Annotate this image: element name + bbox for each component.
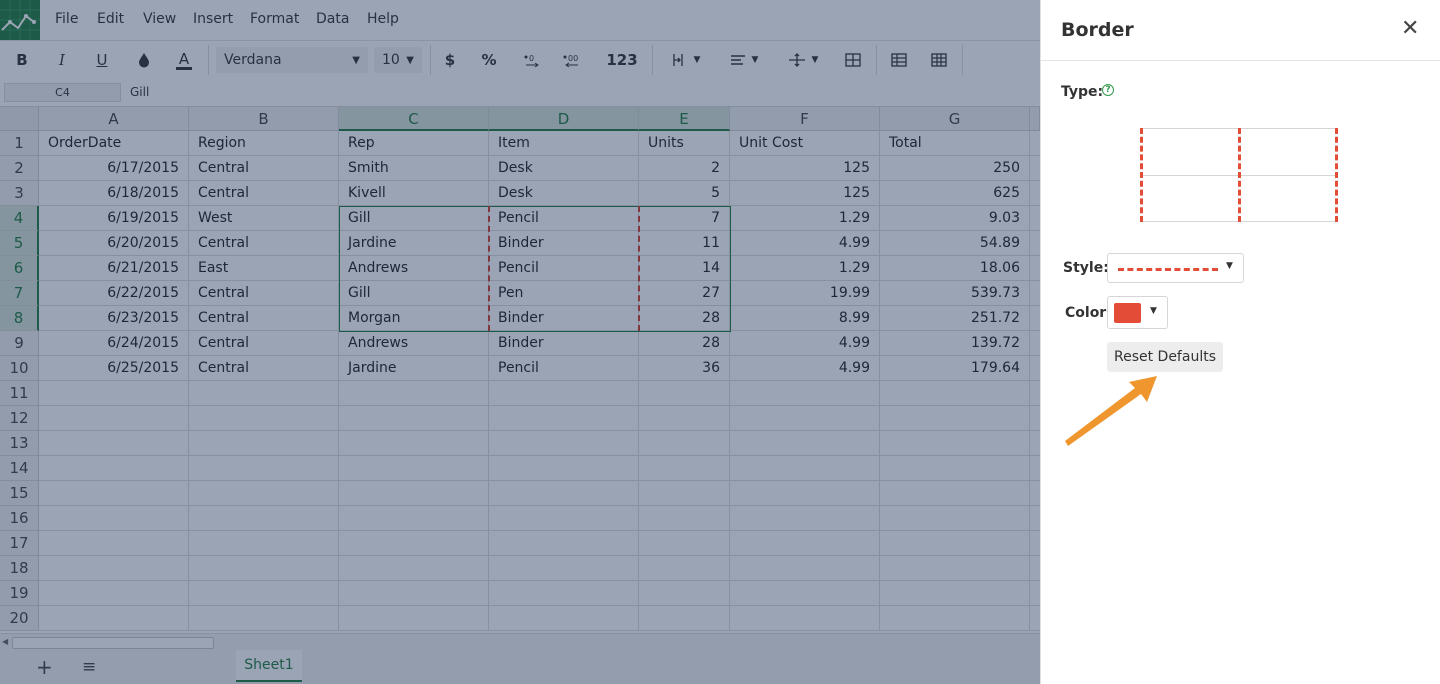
- preview-left-border: [1140, 128, 1143, 222]
- panel-title: Border: [1061, 19, 1134, 41]
- border-color-select[interactable]: ▼: [1107, 296, 1168, 329]
- style-label: Style:: [1063, 260, 1109, 276]
- dashed-line-swatch: [1118, 268, 1218, 271]
- preview-center-border: [1238, 128, 1241, 222]
- color-label: Color:: [1065, 305, 1112, 321]
- spreadsheet-app: File Edit View Insert Format Data Help B…: [0, 0, 1040, 684]
- chevron-down-icon: ▼: [1226, 261, 1233, 271]
- panel-divider: [1041, 60, 1440, 61]
- close-icon[interactable]: ✕: [1401, 16, 1419, 41]
- preview-right-border: [1335, 128, 1338, 222]
- border-panel: Border ✕ Type: ? Style: ▼ Color: ▼ Reset…: [1040, 0, 1440, 684]
- reset-defaults-button[interactable]: Reset Defaults: [1107, 342, 1223, 372]
- type-label: Type:: [1061, 84, 1104, 100]
- annotation-arrow-icon: [1065, 376, 1157, 446]
- color-swatch: [1114, 303, 1141, 323]
- border-type-preview[interactable]: [1140, 128, 1338, 222]
- border-style-select[interactable]: ▼: [1107, 253, 1244, 283]
- modal-overlay[interactable]: [0, 0, 1040, 684]
- help-icon[interactable]: ?: [1102, 84, 1114, 96]
- chevron-down-icon: ▼: [1150, 306, 1157, 316]
